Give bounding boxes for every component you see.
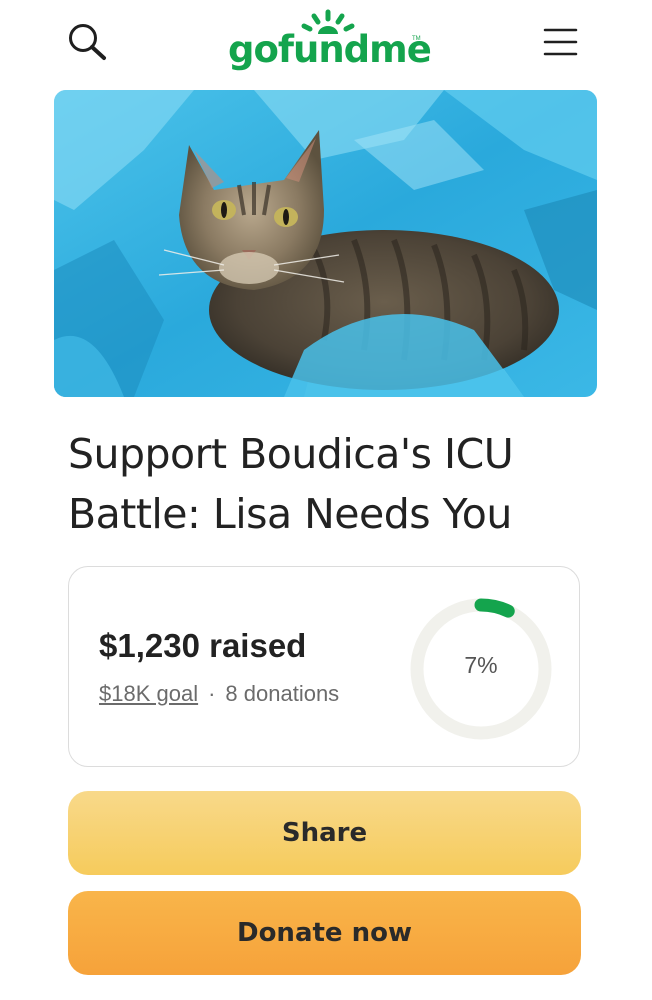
logo-trademark: TM xyxy=(412,36,421,42)
logo-wordmark: gofundme xyxy=(228,28,432,71)
donation-count: 8 donations xyxy=(225,681,340,706)
search-button[interactable] xyxy=(66,20,110,64)
share-button[interactable]: Share xyxy=(68,791,581,875)
fundraiser-page: gofundme TM Support Boudica's ICU Battle… xyxy=(0,0,652,1000)
gofundme-logo[interactable]: gofundme TM xyxy=(228,8,432,78)
progress-percent: 7% xyxy=(464,652,498,678)
amount-raised: $1,230 raised xyxy=(99,627,307,664)
hamburger-menu-icon xyxy=(543,28,578,56)
menu-button[interactable] xyxy=(540,26,580,58)
goal-link[interactable]: $18K goal xyxy=(99,681,198,706)
cat-photo xyxy=(54,90,597,397)
meta-separator: · xyxy=(208,681,216,706)
top-header: gofundme TM xyxy=(0,0,652,88)
donate-now-button[interactable]: Donate now xyxy=(68,891,581,975)
donation-progress-card: $1,230 raised $18K goal · 8 donations 7% xyxy=(68,566,580,767)
search-icon xyxy=(69,24,106,60)
goal-and-donations: $18K goal · 8 donations xyxy=(99,681,339,707)
campaign-title: Support Boudica's ICU Battle: Lisa Needs… xyxy=(68,430,514,538)
campaign-hero-image[interactable] xyxy=(54,90,597,397)
